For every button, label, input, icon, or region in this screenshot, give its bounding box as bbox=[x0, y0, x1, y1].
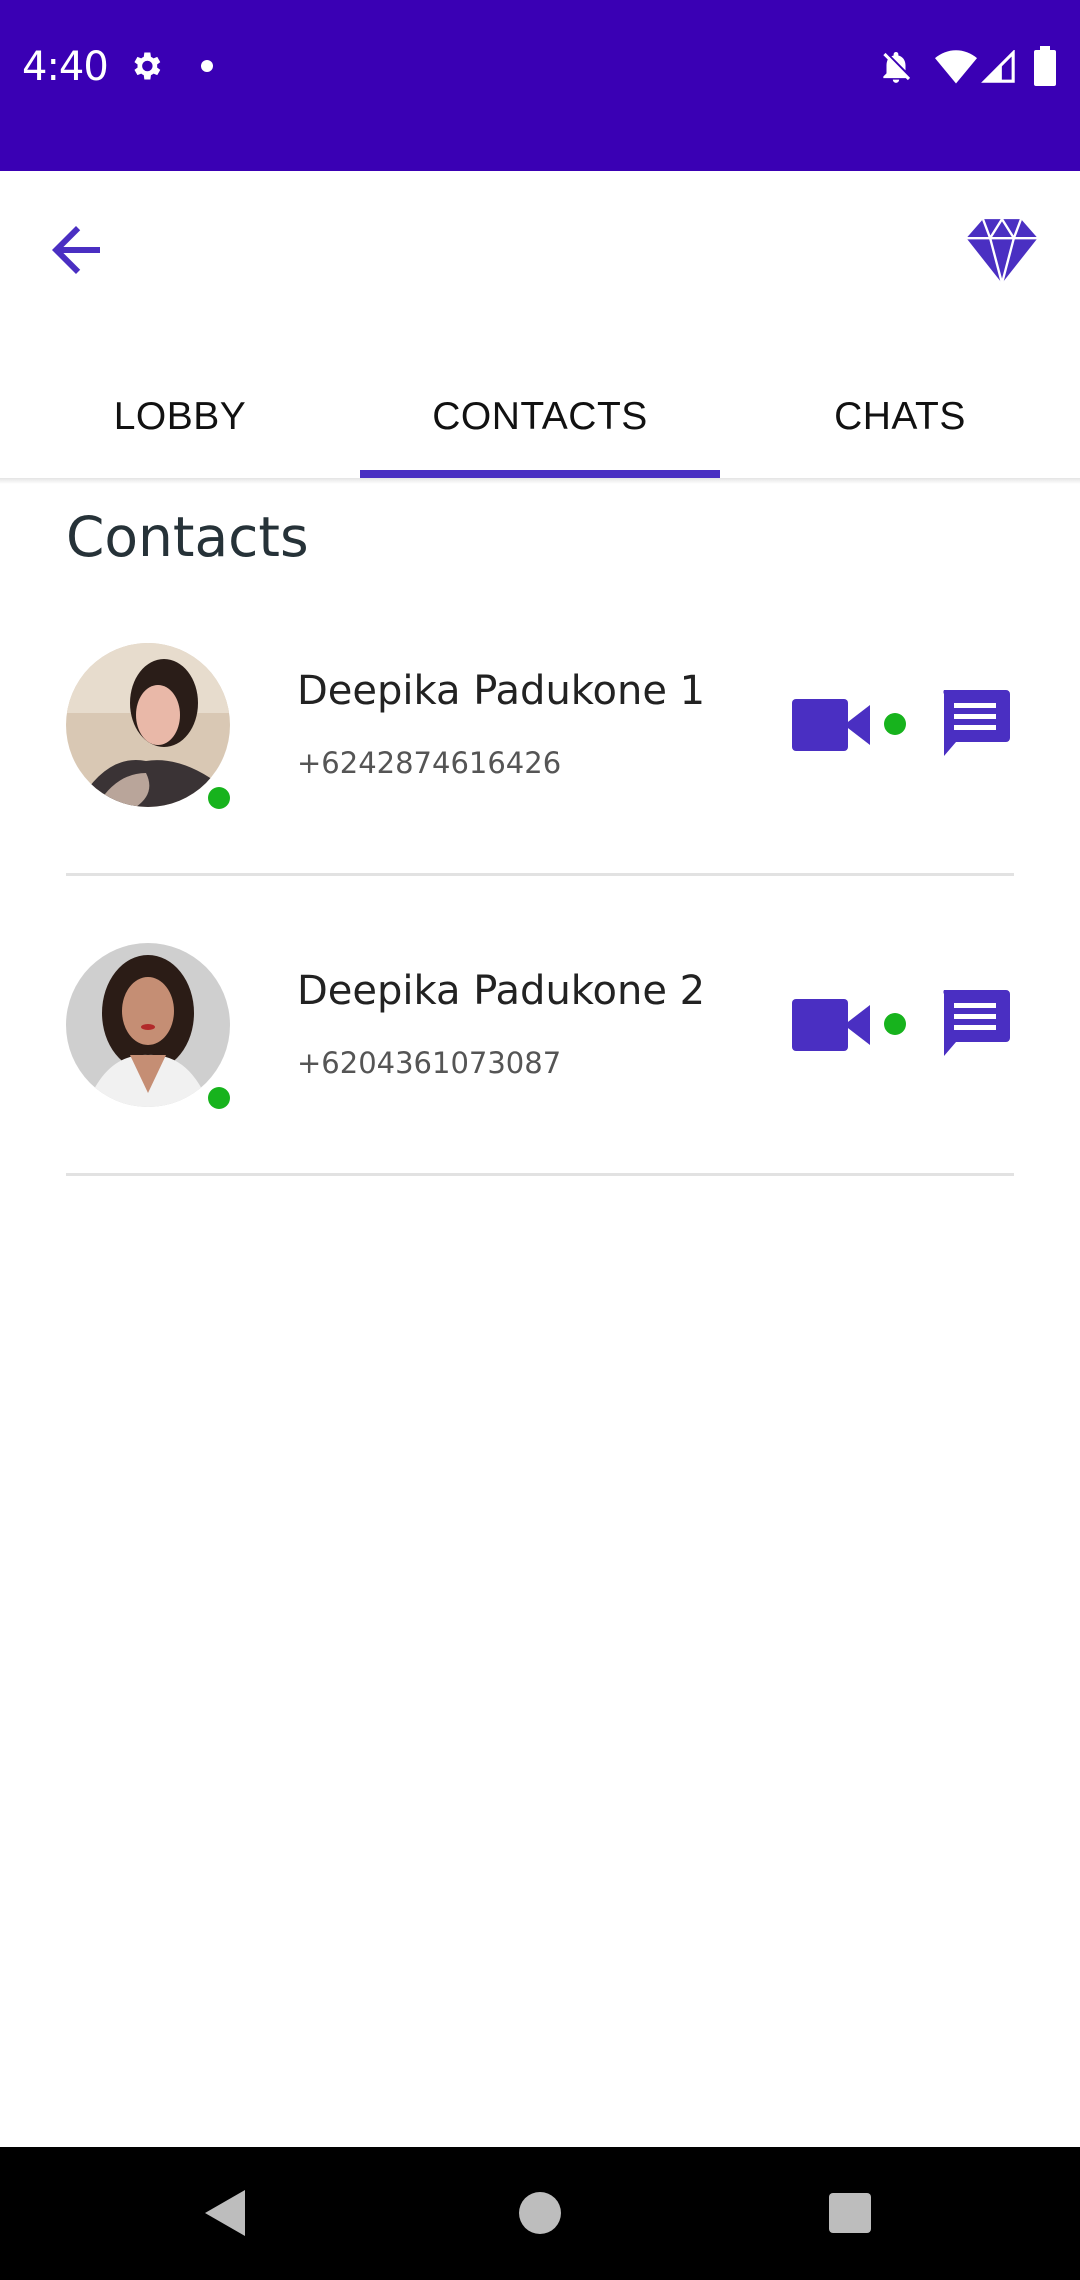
app-bar bbox=[0, 171, 1080, 356]
status-time: 4:40 bbox=[22, 44, 109, 90]
nav-back-icon[interactable] bbox=[205, 2190, 245, 2236]
avatar[interactable] bbox=[66, 943, 230, 1107]
bell-off-icon bbox=[883, 51, 911, 83]
chat-message-icon[interactable] bbox=[940, 990, 1010, 1056]
avatar-photo bbox=[66, 643, 230, 807]
tab-bar: LOBBY CONTACTS CHATS bbox=[0, 356, 1080, 478]
page-title: Contacts bbox=[66, 505, 309, 569]
video-call-icon[interactable] bbox=[792, 699, 870, 751]
contact-name: Deepika Padukone 1 bbox=[297, 668, 706, 714]
tab-indicator bbox=[360, 470, 720, 478]
tab-lobby[interactable]: LOBBY bbox=[0, 356, 360, 478]
contact-phone: +6242874616426 bbox=[297, 746, 562, 780]
avatar-photo bbox=[66, 943, 230, 1107]
contact-phone: +6204361073087 bbox=[297, 1046, 562, 1080]
online-indicator bbox=[208, 1087, 230, 1109]
wifi-icon bbox=[935, 50, 977, 84]
chat-message-icon[interactable] bbox=[940, 690, 1010, 756]
tab-contacts[interactable]: CONTACTS bbox=[360, 356, 720, 478]
contact-name: Deepika Padukone 2 bbox=[297, 968, 706, 1014]
tab-chats[interactable]: CHATS bbox=[720, 356, 1080, 478]
nav-recents-icon[interactable] bbox=[829, 2193, 871, 2233]
battery-icon bbox=[1034, 46, 1056, 86]
status-bar: 4:40 bbox=[0, 0, 1080, 171]
divider bbox=[66, 873, 1014, 876]
tab-bar-shadow bbox=[0, 478, 1080, 484]
online-indicator bbox=[208, 787, 230, 809]
diamond-icon[interactable] bbox=[964, 212, 1040, 288]
nav-home-icon[interactable] bbox=[519, 2192, 561, 2234]
settings-icon bbox=[134, 52, 161, 80]
divider bbox=[66, 1173, 1014, 1176]
video-available-dot bbox=[884, 713, 906, 735]
avatar[interactable] bbox=[66, 643, 230, 807]
signal-icon bbox=[981, 50, 1015, 83]
video-call-icon[interactable] bbox=[792, 999, 870, 1051]
notification-dot-icon bbox=[201, 60, 213, 72]
arrow-back-icon[interactable] bbox=[40, 214, 112, 286]
video-available-dot bbox=[884, 1013, 906, 1035]
